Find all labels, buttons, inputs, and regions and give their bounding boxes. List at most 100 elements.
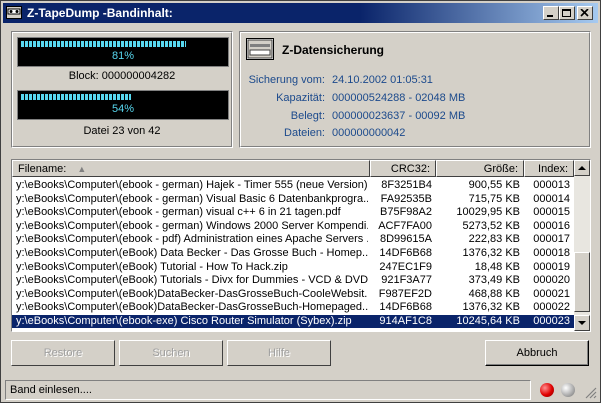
row-index: 000019 [533,260,570,273]
table-row[interactable]: y:\eBooks\Computer\(eBook) Data Becker -… [12,247,574,260]
column-header-crc[interactable]: CRC32: [370,160,436,177]
restore-button[interactable]: Restore [11,340,115,366]
column-header-filename[interactable]: Filename: ▲ [12,160,370,177]
row-size: 18,48 KB [474,260,520,273]
window-title: Z-TapeDump -Bandinhalt: [27,6,173,20]
capacity-value: 000000524288 - 02048 MB [332,92,466,104]
close-icon [580,9,589,17]
help-button[interactable]: Hilfe [227,340,331,366]
row-size: 10029,95 KB [456,206,520,219]
row-crc: 247EC1F9 [379,260,432,273]
table-row[interactable]: y:\eBooks\Computer\(eBook) Tutorial - Ho… [12,261,574,274]
row-filename: y:\eBooks\Computer\(ebook - german) visu… [16,206,341,219]
row-filename: y:\eBooks\Computer\(ebook - german) Haje… [16,179,368,191]
search-button[interactable]: Suchen [119,340,223,366]
row-size: 373,49 KB [468,274,520,287]
files-label: Dateien: [284,127,325,139]
file-progress-percent: 54% [111,103,135,115]
maximize-button[interactable] [559,6,575,20]
row-index: 000020 [533,274,570,287]
file-count-label: Datei 23 von 42 [83,125,161,137]
row-filename: y:\eBooks\Computer\(ebook - german) Wind… [16,219,368,232]
table-row[interactable]: y:\eBooks\Computer\(ebook - german) Haje… [12,179,574,192]
table-row[interactable]: y:\eBooks\Computer\(ebook - german) Visu… [12,193,574,206]
block-progress-fill [21,41,187,47]
table-row[interactable]: y:\eBooks\Computer\(ebook - german) Wind… [12,220,574,233]
scroll-thumb[interactable] [574,252,590,312]
vertical-scrollbar[interactable] [574,160,590,331]
column-header-size[interactable]: Größe: [436,160,524,177]
tape-app-icon [6,6,22,19]
block-progress-bar: 81% [17,37,229,67]
row-index: 000021 [533,287,570,300]
row-size: 10245,64 KB [456,315,520,327]
capacity-label: Kapazität: [276,92,325,104]
row-filename: y:\eBooks\Computer\(ebook - german) Visu… [16,192,368,205]
backup-info-panel: Z-Datensicherung Sicherung vom: 24.10.20… [239,31,591,148]
row-crc: 921F3A77 [381,274,432,287]
row-crc: ACF7FA00 [378,219,432,232]
row-index: 000017 [533,233,570,246]
row-filename: y:\eBooks\Computer\(eBook)DataBecker-Das… [16,301,368,314]
cancel-button[interactable]: Abbruch [485,340,589,366]
maximize-icon [562,9,571,17]
used-value: 000000023637 - 00092 MB [332,110,466,122]
table-row[interactable]: y:\eBooks\Computer\(ebook-exe) Cisco Rou… [12,314,575,329]
row-filename: y:\eBooks\Computer\(eBook) Tutorial - Ho… [16,260,288,273]
resize-grip-icon[interactable] [585,387,597,399]
row-filename: y:\eBooks\Computer\(ebook-exe) Cisco Rou… [16,315,352,327]
arrow-up-icon [578,166,586,170]
row-index: 000013 [533,179,570,191]
arrow-down-icon [578,321,586,325]
files-value: 000000000042 [332,127,406,139]
row-size: 468,88 KB [468,287,520,300]
row-index: 000018 [533,247,570,259]
row-index: 000014 [533,192,570,205]
used-label: Belegt: [290,110,325,122]
main-window: Z-TapeDump -Bandinhalt: 81% Block: 00000… [0,0,601,403]
row-crc: 8D99615A [380,233,432,246]
table-row[interactable]: y:\eBooks\Computer\(eBook)DataBecker-Das… [12,288,574,301]
status-bar: Band einlesen.... [5,380,531,400]
scroll-down-button[interactable] [574,315,590,331]
table-row[interactable]: y:\eBooks\Computer\(eBook) Tutorials - D… [12,274,574,287]
row-index: 000015 [533,206,570,219]
row-crc: B75F98A2 [380,206,432,219]
file-progress-bar: 54% [17,90,229,120]
block-progress-percent: 81% [111,50,135,62]
backup-title: Z-Datensicherung [282,43,385,57]
row-crc: 8F3251B4 [381,179,432,191]
row-crc: FA92535B [380,192,432,205]
row-size: 715,75 KB [468,192,520,205]
minimize-icon [547,15,553,17]
progress-panel: 81% Block: 000000004282 54% Datei 23 von… [11,31,233,148]
table-row[interactable]: y:\eBooks\Computer\(eBook)DataBecker-Das… [12,301,574,314]
row-filename: y:\eBooks\Computer\(eBook) Tutorials - D… [16,274,368,287]
red-led-icon [540,383,554,397]
row-size: 1376,32 KB [462,301,521,314]
row-crc: 14DF6B68 [379,301,432,314]
row-crc: 14DF6B68 [379,247,432,259]
column-header-index[interactable]: Index: [524,160,574,177]
row-size: 900,55 KB [468,179,520,191]
row-index: 000016 [533,219,570,232]
title-bar[interactable]: Z-TapeDump -Bandinhalt: [3,3,598,23]
backup-date-value: 24.10.2002 01:05:31 [332,74,433,86]
row-size: 1376,32 KB [462,247,521,259]
scroll-up-button[interactable] [574,160,590,176]
gray-led-icon [561,383,575,397]
close-button[interactable] [577,6,593,20]
file-progress-fill [21,94,132,100]
table-row[interactable]: y:\eBooks\Computer\(ebook - german) visu… [12,206,574,219]
tape-drive-icon [246,38,274,60]
block-label: Block: 000000004282 [68,70,176,82]
file-list[interactable]: Filename: ▲ CRC32: Größe: Index: y:\eBoo… [11,159,591,332]
backup-date-label: Sicherung vom: [248,74,325,86]
minimize-button[interactable] [543,6,559,20]
sort-ascending-icon: ▲ [77,164,87,174]
row-size: 222,83 KB [468,233,520,246]
row-crc: F987EF2D [378,287,432,300]
row-size: 5273,52 KB [462,219,521,232]
row-filename: y:\eBooks\Computer\(eBook) Data Becker -… [16,247,368,259]
table-row[interactable]: y:\eBooks\Computer\(ebook - pdf) Adminis… [12,233,574,246]
